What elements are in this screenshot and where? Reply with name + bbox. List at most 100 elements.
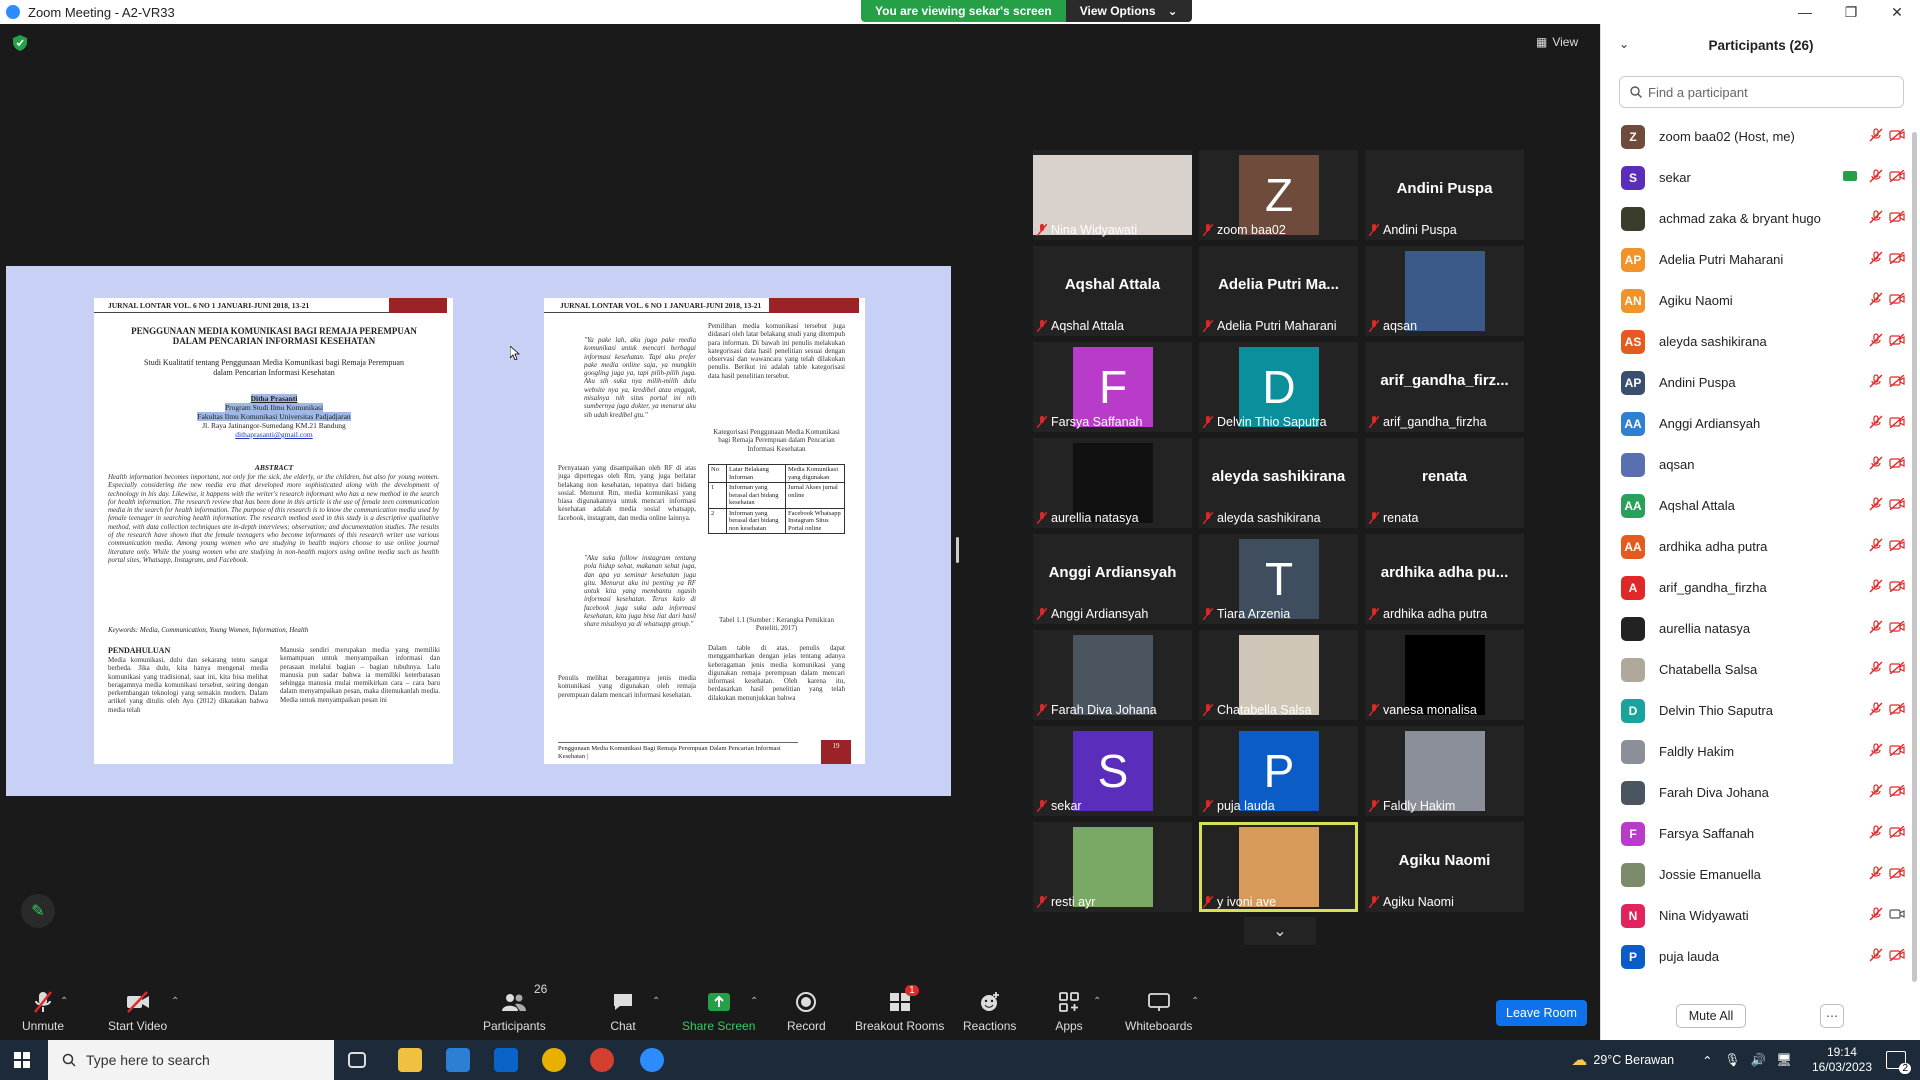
participant-row[interactable]: aurellia natasya — [1601, 608, 1911, 649]
view-button[interactable]: ▦ View — [1536, 35, 1578, 49]
video-options-caret-icon[interactable]: ⌃ — [171, 996, 179, 1007]
task-view-icon[interactable] — [348, 1052, 366, 1068]
participant-row[interactable]: aqsan — [1601, 444, 1911, 485]
participant-row[interactable]: AA Aqshal Attala — [1601, 485, 1911, 526]
annotate-button[interactable]: ✎ — [21, 894, 55, 928]
participant-list[interactable]: Zzoom baa02 (Host, me) Ssekar achmad zaka … — [1601, 116, 1911, 1006]
video-tile[interactable]: Andini Puspa Andini Puspa — [1365, 150, 1524, 240]
taskbar-search[interactable]: Type here to search — [48, 1040, 334, 1080]
video-tile[interactable]: y ivoni ave — [1199, 822, 1358, 912]
apps-button[interactable]: Apps — [1054, 988, 1084, 1033]
muted-mic-icon — [1869, 948, 1883, 962]
video-tile[interactable]: ardhika adha pu... ardhika adha putra — [1365, 534, 1524, 624]
camera-off-icon — [1889, 334, 1905, 346]
video-tile[interactable]: Nina Widyawati — [1033, 150, 1192, 240]
video-tile[interactable]: arif_gandha_firz... arif_gandha_firzha — [1365, 342, 1524, 432]
collapse-panel-chevron-icon[interactable]: ⌄ — [1619, 37, 1629, 51]
video-tile[interactable]: aurellia natasya — [1033, 438, 1192, 528]
video-tile[interactable]: Chatabella Salsa — [1199, 630, 1358, 720]
mute-all-button[interactable]: Mute All — [1676, 1004, 1746, 1028]
participant-row[interactable]: AA Anggi Ardiansyah — [1601, 403, 1911, 444]
share-options-caret-icon[interactable]: ⌃ — [750, 996, 758, 1007]
whiteboards-options-caret-icon[interactable]: ⌃ — [1191, 996, 1199, 1007]
video-tile[interactable]: Anggi Ardiansyah Anggi Ardiansyah — [1033, 534, 1192, 624]
participant-row[interactable]: AP Adelia Putri Maharani — [1601, 239, 1911, 280]
chrome-profile-icon[interactable] — [590, 1048, 614, 1072]
leave-room-button[interactable]: Leave Room — [1496, 1000, 1587, 1026]
minimize-icon[interactable]: — — [1782, 0, 1828, 24]
participants-button[interactable]: 26 Participants — [483, 982, 547, 1033]
participant-row[interactable]: D Delvin Thio Saputra — [1601, 690, 1911, 731]
breakout-rooms-button[interactable]: 1 Breakout Rooms — [855, 985, 944, 1033]
notifications-icon[interactable]: 2 — [1886, 1051, 1911, 1074]
participant-row[interactable]: achmad zaka & bryant hugo — [1601, 198, 1911, 239]
windows-start-icon[interactable] — [14, 1052, 30, 1068]
author-name: Ditha Prasanti — [250, 394, 298, 403]
video-tile[interactable]: Adelia Putri Ma... Adelia Putri Maharani — [1199, 246, 1358, 336]
video-tile[interactable]: Ssekar — [1033, 726, 1192, 816]
video-tile[interactable]: aleyda sashikirana aleyda sashikirana — [1199, 438, 1358, 528]
store-icon[interactable] — [446, 1048, 470, 1072]
security-shield-icon[interactable] — [13, 35, 27, 51]
mail-icon[interactable] — [494, 1048, 518, 1072]
participant-row[interactable]: Farah Diva Johana — [1601, 772, 1911, 813]
video-tile[interactable]: renata renata — [1365, 438, 1524, 528]
start-video-button[interactable]: Start Video — [108, 988, 167, 1033]
chat-button[interactable]: Chat — [608, 988, 638, 1033]
participant-row[interactable]: AS aleyda sashikirana — [1601, 321, 1911, 362]
video-tile[interactable]: T Tiara Arzenia — [1199, 534, 1358, 624]
participant-row[interactable]: N Nina Widyawati — [1601, 895, 1911, 936]
gallery-next-page-button[interactable]: ⌄ — [1244, 917, 1316, 945]
apps-options-caret-icon[interactable]: ⌃ — [1093, 996, 1101, 1007]
participant-row[interactable]: Zzoom baa02 (Host, me) — [1601, 116, 1911, 157]
muted-mic-icon — [1203, 896, 1213, 908]
participant-row[interactable]: Ppuja lauda — [1601, 936, 1911, 977]
video-tile[interactable]: resti ayr — [1033, 822, 1192, 912]
participant-row[interactable]: Faldly Hakim — [1601, 731, 1911, 772]
participant-search[interactable] — [1619, 76, 1904, 108]
participant-search-input[interactable] — [1648, 84, 1888, 100]
participant-row[interactable]: Chatabella Salsa — [1601, 649, 1911, 690]
participant-row[interactable]: Aarif_gandha_firzha — [1601, 567, 1911, 608]
participant-row[interactable]: AP Andini Puspa — [1601, 362, 1911, 403]
speaker-icon[interactable]: 🔊 — [1750, 1053, 1766, 1068]
video-tile[interactable]: Agiku Naomi Agiku Naomi — [1365, 822, 1524, 912]
video-tile[interactable]: Aqshal Attala Aqshal Attala — [1033, 246, 1192, 336]
unmute-button[interactable]: Unmute — [22, 988, 64, 1033]
record-icon — [791, 988, 821, 1016]
tray-chevron-icon[interactable]: ⌃ — [1702, 1053, 1712, 1068]
participant-row[interactable]: AN Agiku Naomi — [1601, 280, 1911, 321]
video-tile[interactable]: Farah Diva Johana — [1033, 630, 1192, 720]
taskbar-clock[interactable]: 19:14 16/03/2023 — [1812, 1045, 1872, 1075]
view-options-button[interactable]: View Options ⌄ — [1065, 0, 1192, 22]
whiteboards-button[interactable]: Whiteboards — [1125, 988, 1192, 1033]
record-button[interactable]: Record — [787, 988, 826, 1033]
participant-list-scrollbar[interactable] — [1912, 132, 1917, 982]
restore-icon[interactable]: ❐ — [1828, 0, 1874, 24]
close-icon[interactable]: ✕ — [1874, 0, 1920, 24]
video-tile[interactable]: Faldly Hakim — [1365, 726, 1524, 816]
share-screen-button[interactable]: Share Screen — [682, 988, 755, 1033]
chrome-icon[interactable] — [542, 1048, 566, 1072]
participant-row[interactable]: Ssekar — [1601, 157, 1911, 198]
resize-handle[interactable] — [956, 537, 959, 563]
video-tile[interactable]: F Farsya Saffanah — [1033, 342, 1192, 432]
video-tile[interactable]: vanesa monalisa — [1365, 630, 1524, 720]
video-tile[interactable]: D Delvin Thio Saputra — [1199, 342, 1358, 432]
video-tile[interactable]: Zzoom baa02 — [1199, 150, 1358, 240]
more-options-button[interactable]: ⋯ — [1820, 1004, 1844, 1028]
microphone-icon[interactable]: 🎙 — [1725, 1053, 1741, 1068]
zoom-taskbar-icon[interactable] — [640, 1048, 664, 1072]
file-explorer-icon[interactable] — [398, 1048, 422, 1072]
participant-row[interactable]: F Farsya Saffanah — [1601, 813, 1911, 854]
audio-options-caret-icon[interactable]: ⌃ — [60, 996, 68, 1007]
chat-options-caret-icon[interactable]: ⌃ — [652, 996, 660, 1007]
reactions-button[interactable]: Reactions — [963, 988, 1016, 1033]
video-tile[interactable]: aqsan — [1365, 246, 1524, 336]
participant-row[interactable]: Jossie Emanuella — [1601, 854, 1911, 895]
weather-text[interactable]: 29°C Berawan — [1593, 1053, 1674, 1067]
participant-avatar — [1621, 780, 1645, 805]
video-tile[interactable]: Ppuja lauda — [1199, 726, 1358, 816]
network-icon[interactable]: 🖥 — [1776, 1053, 1792, 1068]
participant-row[interactable]: AA ardhika adha putra — [1601, 526, 1911, 567]
